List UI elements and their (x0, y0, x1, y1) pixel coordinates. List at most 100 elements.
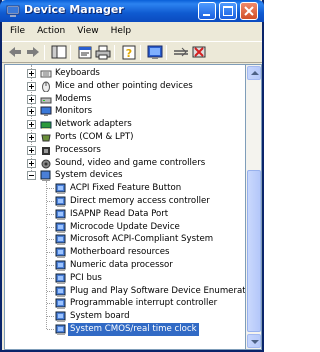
menu-file[interactable]: File (4, 22, 31, 41)
scan-hardware-icon[interactable] (146, 44, 164, 61)
scroll-down-button[interactable] (247, 334, 261, 348)
tree-device-item[interactable]: Microsoft ACPI-Compliant System (5, 233, 245, 246)
tree-category-sound-video-and-game-controllers[interactable]: Sound, video and game controllers (5, 157, 245, 170)
tree-category-label: Modems (55, 93, 92, 104)
maximize-icon (223, 6, 233, 16)
maximize-button[interactable] (219, 2, 237, 20)
tree-device-item[interactable]: Motherboard resources (5, 246, 245, 259)
minimize-button[interactable] (198, 2, 216, 20)
system-device-icon (55, 209, 67, 220)
device-label: PCI bus (70, 272, 102, 283)
window-title: Device Manager (24, 3, 124, 16)
tree-category-label: Network adapters (55, 119, 132, 130)
show-hide-console-tree-icon[interactable] (50, 44, 68, 61)
expand-icon[interactable] (27, 81, 36, 91)
processor-icon (40, 145, 52, 156)
expand-icon[interactable] (27, 69, 36, 78)
properties-icon[interactable] (76, 44, 94, 61)
selected-device-label: System CMOS/real time clock (67, 322, 200, 337)
tree-category-network-adapters[interactable]: Network adapters (5, 118, 245, 131)
system-device-icon (55, 183, 67, 195)
back-icon[interactable] (6, 44, 24, 61)
tree-category-mice-and-other-pointing-devices[interactable]: Mice and other pointing devices (5, 80, 245, 93)
device-label: ACPI Fixed Feature Button (70, 183, 182, 194)
system-device-icon (55, 311, 67, 323)
tree-connector-line (47, 303, 54, 305)
minimize-icon (203, 14, 210, 16)
help-icon[interactable]: ? (120, 44, 138, 61)
title-bar[interactable]: Device Manager (0, 0, 264, 22)
tree-device-item[interactable]: System board (5, 310, 245, 323)
vertical-scrollbar[interactable] (246, 64, 262, 350)
system-device-icon (55, 298, 67, 310)
forward-icon[interactable] (24, 44, 42, 61)
device-label: Microcode Update Device (70, 221, 180, 232)
tree-connector-line (47, 226, 54, 228)
expand-icon[interactable] (27, 133, 36, 142)
system-device-icon (55, 247, 67, 259)
tree-device-item[interactable]: Plug and Play Software Device Enumerator (5, 285, 245, 298)
toolbar-separator (44, 45, 45, 60)
expand-icon[interactable] (27, 158, 36, 168)
print-icon[interactable] (94, 44, 112, 61)
expand-icon[interactable] (27, 94, 36, 104)
monitor-icon (40, 106, 52, 117)
tree-category-monitors[interactable]: Monitors (5, 105, 245, 118)
menu-bar: File Action View Help (2, 22, 262, 41)
tree-category-system-devices[interactable]: System devices (5, 169, 245, 182)
device-tree: Keyboards Mice and other pointing devices… (4, 64, 246, 350)
tree-connector-line (47, 239, 54, 241)
tree-category-label: Ports (COM & LPT) (55, 132, 134, 142)
close-icon (244, 6, 254, 16)
tree-device-item[interactable]: Programmable interrupt controller (5, 297, 245, 310)
tree-category-label: Keyboards (55, 68, 100, 78)
system-device-icon (55, 324, 67, 335)
scroll-up-button[interactable] (247, 66, 261, 80)
system-device-icon (55, 234, 67, 246)
uninstall-device-icon[interactable] (190, 44, 208, 61)
expand-icon[interactable] (27, 120, 36, 130)
device-label: System board (70, 311, 130, 322)
collapse-icon[interactable] (27, 171, 36, 181)
modem-icon (40, 94, 52, 105)
tree-device-item[interactable]: ACPI Fixed Feature Button (5, 182, 245, 195)
menu-action[interactable]: Action (31, 22, 71, 41)
tree-device-item[interactable]: Microcode Update Device (5, 221, 245, 234)
tree-category-ports-com-lpt[interactable]: Ports (COM & LPT) (5, 131, 245, 144)
tree-device-item[interactable]: Direct memory access controller (5, 195, 245, 208)
network-adapter-icon (40, 119, 52, 130)
expand-icon[interactable] (27, 107, 36, 117)
toolbar-separator (140, 45, 141, 60)
tree-device-item[interactable]: Numeric data processor (5, 259, 245, 272)
device-label: Plug and Play Software Device Enumerator (70, 285, 246, 296)
tree-connector-line (47, 188, 54, 190)
tree-category-label: Processors (55, 144, 101, 155)
svg-text:?: ? (126, 47, 132, 60)
tree-category-modems[interactable]: Modems (5, 93, 245, 106)
system-device-icon (55, 286, 67, 297)
system-device-icon (55, 222, 67, 233)
menu-help[interactable]: Help (105, 22, 138, 41)
device-label: Programmable interrupt controller (70, 298, 218, 309)
scrollbar-thumb[interactable] (247, 170, 261, 332)
tree-device-item[interactable]: System CMOS/real time clock (5, 322, 245, 337)
device-label: ISAPNP Read Data Port (70, 208, 169, 219)
tree-category-processors[interactable]: Processors (5, 144, 245, 157)
tree-device-item[interactable]: PCI bus (5, 272, 245, 285)
tree-connector-line (47, 252, 54, 254)
toolbar: ? (2, 41, 262, 63)
device-manager-window: Device Manager File Action View Help ? K… (0, 0, 264, 352)
device-label: Numeric data processor (70, 260, 173, 270)
menu-view[interactable]: View (71, 22, 104, 41)
tree-category-keyboards[interactable]: Keyboards (5, 67, 245, 80)
close-button[interactable] (240, 2, 258, 20)
tree-connector-line (47, 329, 54, 330)
down-arrow-icon (251, 340, 259, 344)
port-icon (40, 132, 52, 143)
tree-device-item[interactable]: ISAPNP Read Data Port (5, 208, 245, 221)
tree-category-label: Monitors (55, 106, 93, 117)
system-device-icon (55, 260, 67, 271)
expand-icon[interactable] (27, 145, 36, 155)
system-device-icon (55, 196, 67, 207)
disable-device-icon[interactable] (172, 44, 190, 61)
